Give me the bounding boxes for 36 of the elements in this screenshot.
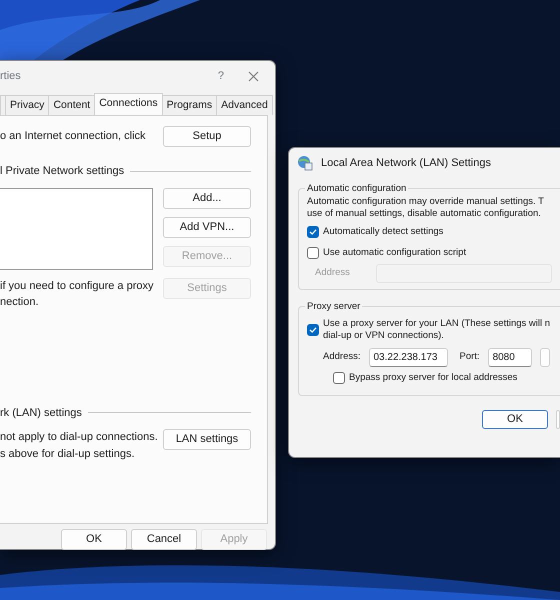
close-icon[interactable] — [248, 70, 259, 82]
vpn-button[interactable]: Add VPN... — [163, 216, 251, 238]
checkbox[interactable] — [307, 226, 319, 238]
checkbox-label: Use automatic configuration script — [323, 246, 466, 260]
help-button[interactable]: ? — [218, 68, 224, 84]
tab[interactable]: Connections — [94, 93, 163, 115]
input-field[interactable]: 8080 — [488, 348, 532, 367]
lan-settings-button[interactable]: LAN settings — [163, 429, 251, 450]
group-label: Proxy server — [305, 300, 362, 312]
checkbox[interactable] — [333, 372, 345, 384]
field-label: Address — [315, 266, 350, 280]
group-label: Automatic configuration — [305, 183, 408, 194]
checkbox-label: Bypass proxy server for local addresses — [349, 371, 518, 385]
description-text: o an Internet connection, click — [0, 129, 146, 144]
vpn-button[interactable]: Add... — [163, 188, 251, 208]
field-label: Port: — [460, 350, 480, 364]
network-settings-icon — [297, 155, 313, 171]
description-text: Automatic configuration may override manual settings. T use of manual settings, disable automatic configuration. — [307, 196, 544, 220]
checkbox[interactable] — [307, 324, 319, 336]
connection-list[interactable] — [0, 188, 153, 270]
description-text: if you need to configure a proxy nection. — [0, 278, 154, 310]
checkbox[interactable] — [307, 246, 319, 259]
input-field[interactable]: 03.22.238.173 — [368, 348, 448, 367]
group-label: rk (LAN) settings — [0, 406, 82, 420]
checkbox-label: Automatically detect settings — [323, 225, 444, 240]
dialog-button[interactable]: Cancel — [131, 529, 197, 550]
ok-button[interactable]: OK — [482, 410, 548, 430]
tab[interactable]: Advanced — [216, 95, 273, 115]
group-label: l Private Network settings — [0, 164, 124, 179]
field-label: Address: — [323, 350, 360, 364]
window-title: rties — [0, 68, 21, 84]
setup-button[interactable]: Setup — [163, 126, 251, 147]
dialog-button[interactable]: OK — [61, 529, 127, 550]
checkbox-label: Use a proxy server for your LAN (These settings will n dial-up or VPN connections). — [323, 318, 550, 342]
window-title: Local Area Network (LAN) Settings — [321, 156, 491, 171]
description-text: not apply to dial-up connections. s above for dial-up settings. — [0, 430, 158, 462]
